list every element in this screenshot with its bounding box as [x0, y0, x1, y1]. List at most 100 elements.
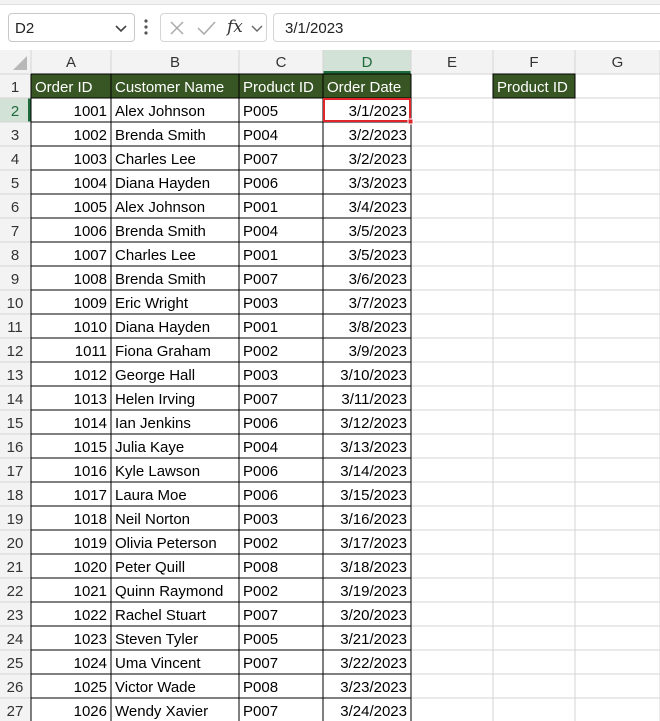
row-header[interactable]: 16	[7, 439, 24, 456]
cell-order-date[interactable]: 3/24/2023	[340, 703, 407, 720]
cell-order-id[interactable]: 1020	[74, 559, 107, 576]
cancel-icon[interactable]	[167, 18, 187, 38]
cell-product-id[interactable]: P001	[243, 319, 278, 336]
row-header[interactable]: 9	[11, 271, 19, 288]
cell-customer-name[interactable]: Rachel Stuart	[115, 607, 207, 624]
cell-order-date[interactable]: 3/2/2023	[349, 127, 407, 144]
row-header[interactable]: 27	[7, 703, 24, 720]
cell-customer-name[interactable]: Uma Vincent	[115, 655, 201, 672]
row-header[interactable]: 8	[11, 247, 19, 264]
row-header[interactable]: 7	[11, 223, 19, 240]
cell-order-date[interactable]: 3/19/2023	[340, 583, 407, 600]
cell-order-date[interactable]: 3/11/2023	[341, 391, 407, 408]
row-header[interactable]: 10	[7, 295, 24, 312]
cell-customer-name[interactable]: Brenda Smith	[115, 127, 206, 144]
cell-order-date[interactable]: 3/5/2023	[349, 247, 407, 264]
cell-customer-name[interactable]: Ian Jenkins	[115, 415, 191, 432]
cell-product-id[interactable]: P001	[243, 199, 278, 216]
cell-order-date[interactable]: 3/18/2023	[340, 559, 407, 576]
cell-customer-name[interactable]: Charles Lee	[115, 247, 196, 264]
cell-order-id[interactable]: 1011	[75, 343, 107, 360]
cell-order-id[interactable]: 1009	[74, 295, 107, 312]
cell-order-id[interactable]: 1017	[74, 487, 107, 504]
row-header[interactable]: 3	[11, 127, 19, 144]
cell-customer-name[interactable]: Peter Quill	[115, 559, 185, 576]
cell-order-date[interactable]: 3/20/2023	[340, 607, 407, 624]
cell-order-date[interactable]: 3/6/2023	[349, 271, 407, 288]
cell-order-date[interactable]: 3/14/2023	[340, 463, 407, 480]
cell-product-id[interactable]: P008	[243, 679, 278, 696]
cell-order-id[interactable]: 1003	[74, 151, 107, 168]
cell-order-id[interactable]: 1015	[74, 439, 107, 456]
worksheet-canvas[interactable]: A B C D E F G123456789101112131415161718192021…	[0, 50, 660, 721]
cell-order-date[interactable]: 3/7/2023	[349, 295, 407, 312]
chevron-down-icon[interactable]	[249, 18, 265, 38]
row-header[interactable]: 18	[7, 487, 24, 504]
cell-order-date[interactable]: 3/10/2023	[340, 367, 407, 384]
cell-order-id[interactable]: 1018	[74, 511, 107, 528]
cell-order-date[interactable]: 3/2/2023	[349, 151, 407, 168]
column-header-d[interactable]: D	[362, 54, 373, 71]
row-header[interactable]: 20	[7, 535, 24, 552]
cell-product-id[interactable]: P008	[243, 559, 278, 576]
row-header[interactable]: 2	[11, 103, 19, 120]
cell-order-id[interactable]: 1002	[74, 127, 107, 144]
cell-order-id[interactable]: 1016	[74, 463, 107, 480]
cell-product-id[interactable]: P002	[243, 343, 278, 360]
cell-customer-name[interactable]: Victor Wade	[115, 679, 196, 696]
cell-customer-name[interactable]: Steven Tyler	[115, 631, 198, 648]
column-header-b[interactable]: B	[170, 54, 180, 71]
cell-product-id[interactable]: P004	[243, 439, 278, 456]
cell-order-date[interactable]: 3/21/2023	[340, 631, 407, 648]
row-header[interactable]: 17	[7, 463, 24, 480]
row-header[interactable]: 19	[7, 511, 24, 528]
enter-check-icon[interactable]	[195, 18, 217, 38]
column-header-c[interactable]: C	[276, 54, 287, 71]
cell-product-id[interactable]: P006	[243, 175, 278, 192]
cell-product-id[interactable]: P006	[243, 415, 278, 432]
cell-order-id[interactable]: 1024	[74, 655, 107, 672]
cell-order-date[interactable]: 3/5/2023	[349, 223, 407, 240]
row-header[interactable]: 1	[11, 79, 19, 96]
cell-order-date[interactable]: 3/8/2023	[349, 319, 407, 336]
cell-order-id[interactable]: 1026	[74, 703, 107, 720]
cell-product-id[interactable]: P007	[243, 655, 278, 672]
insert-function-icon[interactable]: fx	[227, 17, 243, 37]
cell-order-id[interactable]: 1023	[74, 631, 107, 648]
cell-order-id[interactable]: 1019	[74, 535, 107, 552]
cell-order-id[interactable]: 1008	[74, 271, 107, 288]
cell-product-id[interactable]: P006	[243, 463, 278, 480]
cell-product-id[interactable]: P007	[243, 391, 278, 408]
cell-order-id[interactable]: 1014	[74, 415, 107, 432]
cell-order-date[interactable]: 3/9/2023	[349, 343, 407, 360]
cell-customer-name[interactable]: Neil Norton	[115, 511, 190, 528]
cell-order-id[interactable]: 1010	[74, 319, 107, 336]
cell-customer-name[interactable]: Diana Hayden	[115, 319, 210, 336]
cell-product-id[interactable]: P003	[243, 511, 278, 528]
row-header[interactable]: 5	[11, 175, 19, 192]
row-header[interactable]: 21	[7, 559, 24, 576]
cell-order-date[interactable]: 3/17/2023	[340, 535, 407, 552]
formula-input[interactable]: 3/1/2023	[273, 13, 660, 42]
cell-product-id[interactable]: P004	[243, 223, 278, 240]
cell-customer-name[interactable]: Kyle Lawson	[115, 463, 200, 480]
cell-product-id[interactable]: P001	[243, 247, 278, 264]
row-header[interactable]: 23	[7, 607, 24, 624]
row-header[interactable]: 25	[7, 655, 24, 672]
row-header[interactable]: 15	[7, 415, 24, 432]
cell-product-id[interactable]: P005	[243, 103, 278, 120]
cell-product-id[interactable]: P003	[243, 295, 278, 312]
cell-product-id[interactable]: P002	[243, 583, 278, 600]
cell-customer-name[interactable]: Alex Johnson	[115, 103, 205, 120]
cell-order-id[interactable]: 1007	[74, 247, 107, 264]
row-header[interactable]: 26	[7, 679, 24, 696]
cell-order-date[interactable]: 3/1/2023	[349, 103, 407, 120]
cell-order-id[interactable]: 1025	[74, 679, 107, 696]
cell-customer-name[interactable]: Quinn Raymond	[115, 583, 223, 600]
cell-order-date[interactable]: 3/13/2023	[340, 439, 407, 456]
worksheet-grid[interactable]: A B C D E F G 1 2 3 4 5 6 7 8 9 10 11 12 13 14 15 16 17 18 19 20 21…	[0, 50, 660, 721]
cell-order-id[interactable]: 1021	[74, 583, 107, 600]
cell-customer-name[interactable]: Charles Lee	[115, 151, 196, 168]
cell-product-id[interactable]: P007	[243, 151, 278, 168]
cell-customer-name[interactable]: Brenda Smith	[115, 223, 206, 240]
